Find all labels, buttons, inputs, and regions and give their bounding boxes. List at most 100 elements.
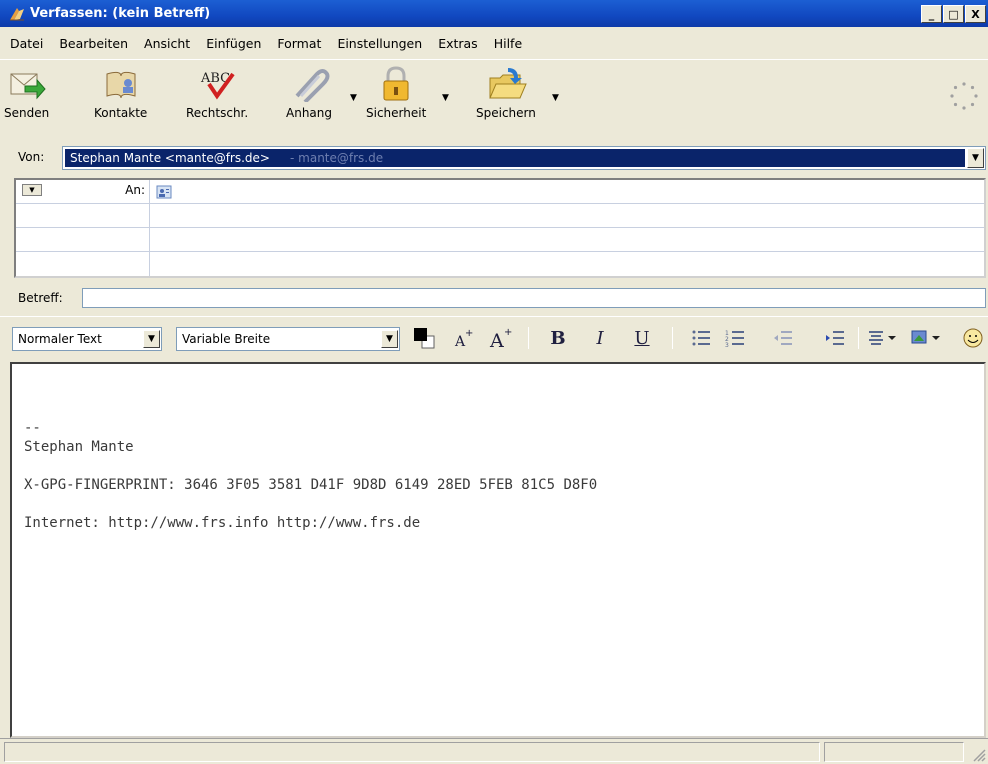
from-account: - mante@frs.de bbox=[290, 151, 384, 165]
menu-format[interactable]: Format bbox=[277, 36, 321, 51]
paperclip-icon bbox=[295, 69, 330, 102]
activity-throbber-icon bbox=[950, 82, 978, 110]
title-bar: Verfassen: (kein Betreff) _ □ X bbox=[0, 0, 988, 27]
outdent-button[interactable] bbox=[770, 325, 796, 351]
menu-bar: Datei Bearbeiten Ansicht Einfügen Format… bbox=[0, 27, 988, 59]
recipients-list: ▼ An: bbox=[14, 178, 986, 278]
signature-fingerprint: X-GPG-FINGERPRINT: 3646 3F05 3581 D41F 9… bbox=[24, 477, 598, 493]
numbered-list-button[interactable]: 1 2 3 bbox=[722, 325, 748, 351]
svg-text:A: A bbox=[489, 330, 504, 350]
larger-font-button[interactable]: A + bbox=[486, 325, 516, 351]
menu-einstellungen[interactable]: Einstellungen bbox=[337, 36, 422, 51]
signature-name: Stephan Mante bbox=[24, 439, 134, 455]
font-smaller-icon: A + bbox=[454, 328, 473, 350]
font-larger-icon: A + bbox=[489, 327, 512, 350]
message-body[interactable]: -- Stephan Mante X-GPG-FINGERPRINT: 3646… bbox=[10, 362, 986, 738]
paragraph-style-select[interactable]: Normaler Text ▼ bbox=[12, 327, 162, 351]
subject-row: Betreff: bbox=[0, 284, 988, 310]
send-button[interactable]: Senden bbox=[4, 66, 49, 120]
format-toolbar: Normaler Text ▼ Variable Breite ▼ A + A … bbox=[0, 316, 988, 360]
svg-text:+: + bbox=[465, 328, 473, 339]
recipient-row[interactable] bbox=[16, 252, 984, 276]
subject-label: Betreff: bbox=[18, 291, 63, 305]
menu-hilfe[interactable]: Hilfe bbox=[494, 36, 522, 51]
paragraph-style-dropdown[interactable]: ▼ bbox=[143, 330, 160, 348]
menu-bearbeiten[interactable]: Bearbeiten bbox=[59, 36, 128, 51]
security-button[interactable]: Sicherheit bbox=[366, 66, 426, 120]
main-toolbar: Senden Kontakte ABC Rechtschr. Anhang ▼ … bbox=[0, 59, 988, 139]
align-icon bbox=[869, 331, 896, 345]
italic-button[interactable]: I bbox=[586, 325, 614, 351]
status-info-panel bbox=[824, 742, 964, 762]
indent-button[interactable] bbox=[822, 325, 848, 351]
text-color-button[interactable] bbox=[410, 325, 438, 351]
smiley-button[interactable] bbox=[960, 325, 986, 351]
spellcheck-button[interactable]: ABC Rechtschr. bbox=[186, 66, 248, 120]
bullet-list-icon bbox=[692, 330, 710, 346]
chevron-down-icon: ▼ bbox=[148, 334, 155, 344]
recipient-type-dropdown[interactable]: ▼ bbox=[22, 184, 42, 196]
recipient-row[interactable] bbox=[16, 204, 984, 228]
security-dropdown-icon[interactable]: ▼ bbox=[442, 93, 449, 103]
window-title: Verfassen: (kein Betreff) bbox=[30, 6, 211, 21]
security-label: Sicherheit bbox=[366, 106, 427, 120]
send-icon bbox=[10, 73, 46, 100]
paragraph-style-value: Normaler Text bbox=[18, 332, 102, 346]
font-dropdown[interactable]: ▼ bbox=[381, 330, 398, 348]
numbered-list-icon: 1 2 3 bbox=[725, 330, 744, 347]
smaller-font-button[interactable]: A + bbox=[450, 325, 478, 351]
signature-separator: -- bbox=[24, 420, 41, 436]
save-label: Speichern bbox=[476, 106, 536, 120]
attach-label: Anhang bbox=[286, 106, 332, 120]
from-identity: Stephan Mante <mante@frs.de> bbox=[70, 151, 270, 165]
from-row: Von: Stephan Mante <mante@frs.de> - mante… bbox=[0, 143, 988, 173]
recipient-row[interactable] bbox=[16, 228, 984, 252]
address-card-icon bbox=[156, 185, 172, 199]
address-book-icon bbox=[106, 71, 136, 99]
underline-button[interactable]: U bbox=[628, 325, 656, 351]
align-button[interactable] bbox=[866, 325, 902, 351]
insert-image-icon bbox=[911, 330, 940, 344]
recipient-row[interactable]: ▼ An: bbox=[16, 180, 984, 204]
indent-icon bbox=[826, 331, 844, 345]
spellcheck-icon: ABC bbox=[200, 71, 235, 100]
bullet-list-button[interactable] bbox=[688, 325, 714, 351]
from-dropdown-button[interactable]: ▼ bbox=[967, 148, 984, 168]
color-swatch-icon bbox=[414, 328, 435, 349]
save-folder-icon bbox=[489, 68, 527, 99]
font-value: Variable Breite bbox=[182, 332, 271, 346]
resize-grip-icon[interactable] bbox=[970, 746, 986, 762]
svg-text:+: + bbox=[504, 327, 512, 338]
maximize-button[interactable]: □ bbox=[943, 5, 964, 23]
contacts-button[interactable]: Kontakte bbox=[94, 66, 147, 120]
close-button[interactable]: X bbox=[965, 5, 986, 23]
outdent-icon bbox=[774, 331, 792, 345]
status-bar bbox=[0, 738, 988, 764]
bold-button[interactable]: B bbox=[544, 325, 572, 351]
spellcheck-label: Rechtschr. bbox=[186, 106, 249, 120]
contacts-label: Kontakte bbox=[94, 106, 148, 120]
minimize-button[interactable]: _ bbox=[921, 5, 942, 23]
menu-einfuegen[interactable]: Einfügen bbox=[206, 36, 261, 51]
attach-dropdown-icon[interactable]: ▼ bbox=[350, 93, 357, 103]
compose-app-icon bbox=[10, 7, 24, 20]
from-label: Von: bbox=[18, 150, 45, 164]
status-text-panel bbox=[4, 742, 820, 762]
smiley-icon bbox=[963, 328, 983, 348]
chevron-down-icon: ▼ bbox=[386, 334, 393, 344]
from-select[interactable]: Stephan Mante <mante@frs.de> - mante@frs.… bbox=[62, 146, 986, 170]
chevron-down-icon: ▼ bbox=[972, 153, 979, 163]
send-label: Senden bbox=[4, 106, 50, 120]
recipient-type-label: An: bbox=[125, 183, 145, 197]
menu-datei[interactable]: Datei bbox=[10, 36, 43, 51]
menu-ansicht[interactable]: Ansicht bbox=[144, 36, 190, 51]
subject-input[interactable] bbox=[82, 288, 986, 308]
save-button[interactable]: Speichern bbox=[476, 66, 536, 120]
signature: -- Stephan Mante X-GPG-FINGERPRINT: 3646… bbox=[24, 419, 597, 533]
menu-extras[interactable]: Extras bbox=[438, 36, 478, 51]
signature-internet: Internet: http://www.frs.info http://www… bbox=[24, 515, 421, 531]
attach-button[interactable]: Anhang bbox=[286, 66, 332, 120]
insert-button[interactable] bbox=[908, 325, 948, 351]
font-select[interactable]: Variable Breite ▼ bbox=[176, 327, 400, 351]
save-dropdown-icon[interactable]: ▼ bbox=[552, 93, 559, 103]
